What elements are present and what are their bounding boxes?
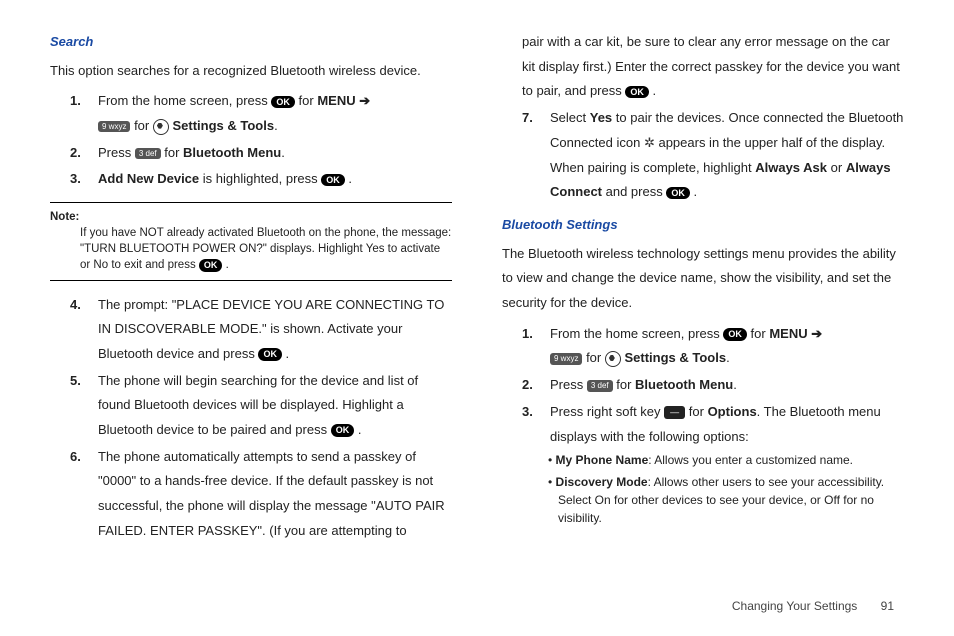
step-4: 4. The prompt: "PLACE DEVICE YOU ARE CON… <box>70 293 452 367</box>
softkey-icon: — <box>664 406 685 419</box>
ok-icon: OK <box>199 259 223 272</box>
ok-icon: OK <box>258 348 282 361</box>
right-column: pair with a car kit, be sure to clear an… <box>502 30 904 545</box>
step-6: 6. The phone automatically attempts to s… <box>70 445 452 544</box>
ok-icon: OK <box>321 174 345 187</box>
ok-icon: OK <box>271 96 295 109</box>
bluetooth-settings-heading: Bluetooth Settings <box>502 213 904 238</box>
step-7: 7. Select Yes to pair the devices. Once … <box>522 106 904 205</box>
ok-icon: OK <box>331 424 355 437</box>
key-9-icon: 9 wxyz <box>550 353 582 365</box>
settings-icon <box>605 351 621 367</box>
search-intro: This option searches for a recognized Bl… <box>50 59 452 84</box>
bt-step-1: 1. From the home screen, press OK for ME… <box>522 322 904 371</box>
search-heading: Search <box>50 30 452 55</box>
ok-icon: OK <box>723 328 747 341</box>
left-column: Search This option searches for a recogn… <box>50 30 452 545</box>
key-9-icon: 9 wxyz <box>98 121 130 133</box>
options-list: • My Phone Name: Allows you enter a cust… <box>548 451 904 527</box>
bluetooth-settings-intro: The Bluetooth wireless technology settin… <box>502 242 904 316</box>
step-2: 2. Press 3 def for Bluetooth Menu. <box>70 141 452 166</box>
note-block: Note: If you have NOT already activated … <box>50 202 452 280</box>
bt-step-2: 2. Press 3 def for Bluetooth Menu. <box>522 373 904 398</box>
step-3: 3. Add New Device is highlighted, press … <box>70 167 452 192</box>
page-footer: Changing Your Settings 91 <box>732 595 894 618</box>
step-5: 5. The phone will begin searching for th… <box>70 369 452 443</box>
page-number: 91 <box>881 599 894 613</box>
ok-icon: OK <box>625 86 649 99</box>
settings-icon <box>153 119 169 135</box>
key-3-icon: 3 def <box>587 380 613 392</box>
list-item: • My Phone Name: Allows you enter a cust… <box>548 451 904 469</box>
bt-step-3: 3. Press right soft key — for Options. T… <box>522 400 904 449</box>
key-3-icon: 3 def <box>135 148 161 160</box>
chapter-title: Changing Your Settings <box>732 599 857 613</box>
bluetooth-icon: ✲ <box>644 131 655 156</box>
step-6-cont: pair with a car kit, be sure to clear an… <box>550 30 904 104</box>
ok-icon: OK <box>666 187 690 200</box>
step-1: 1. From the home screen, press OK for ME… <box>70 89 452 138</box>
list-item: • Discovery Mode: Allows other users to … <box>548 473 904 527</box>
